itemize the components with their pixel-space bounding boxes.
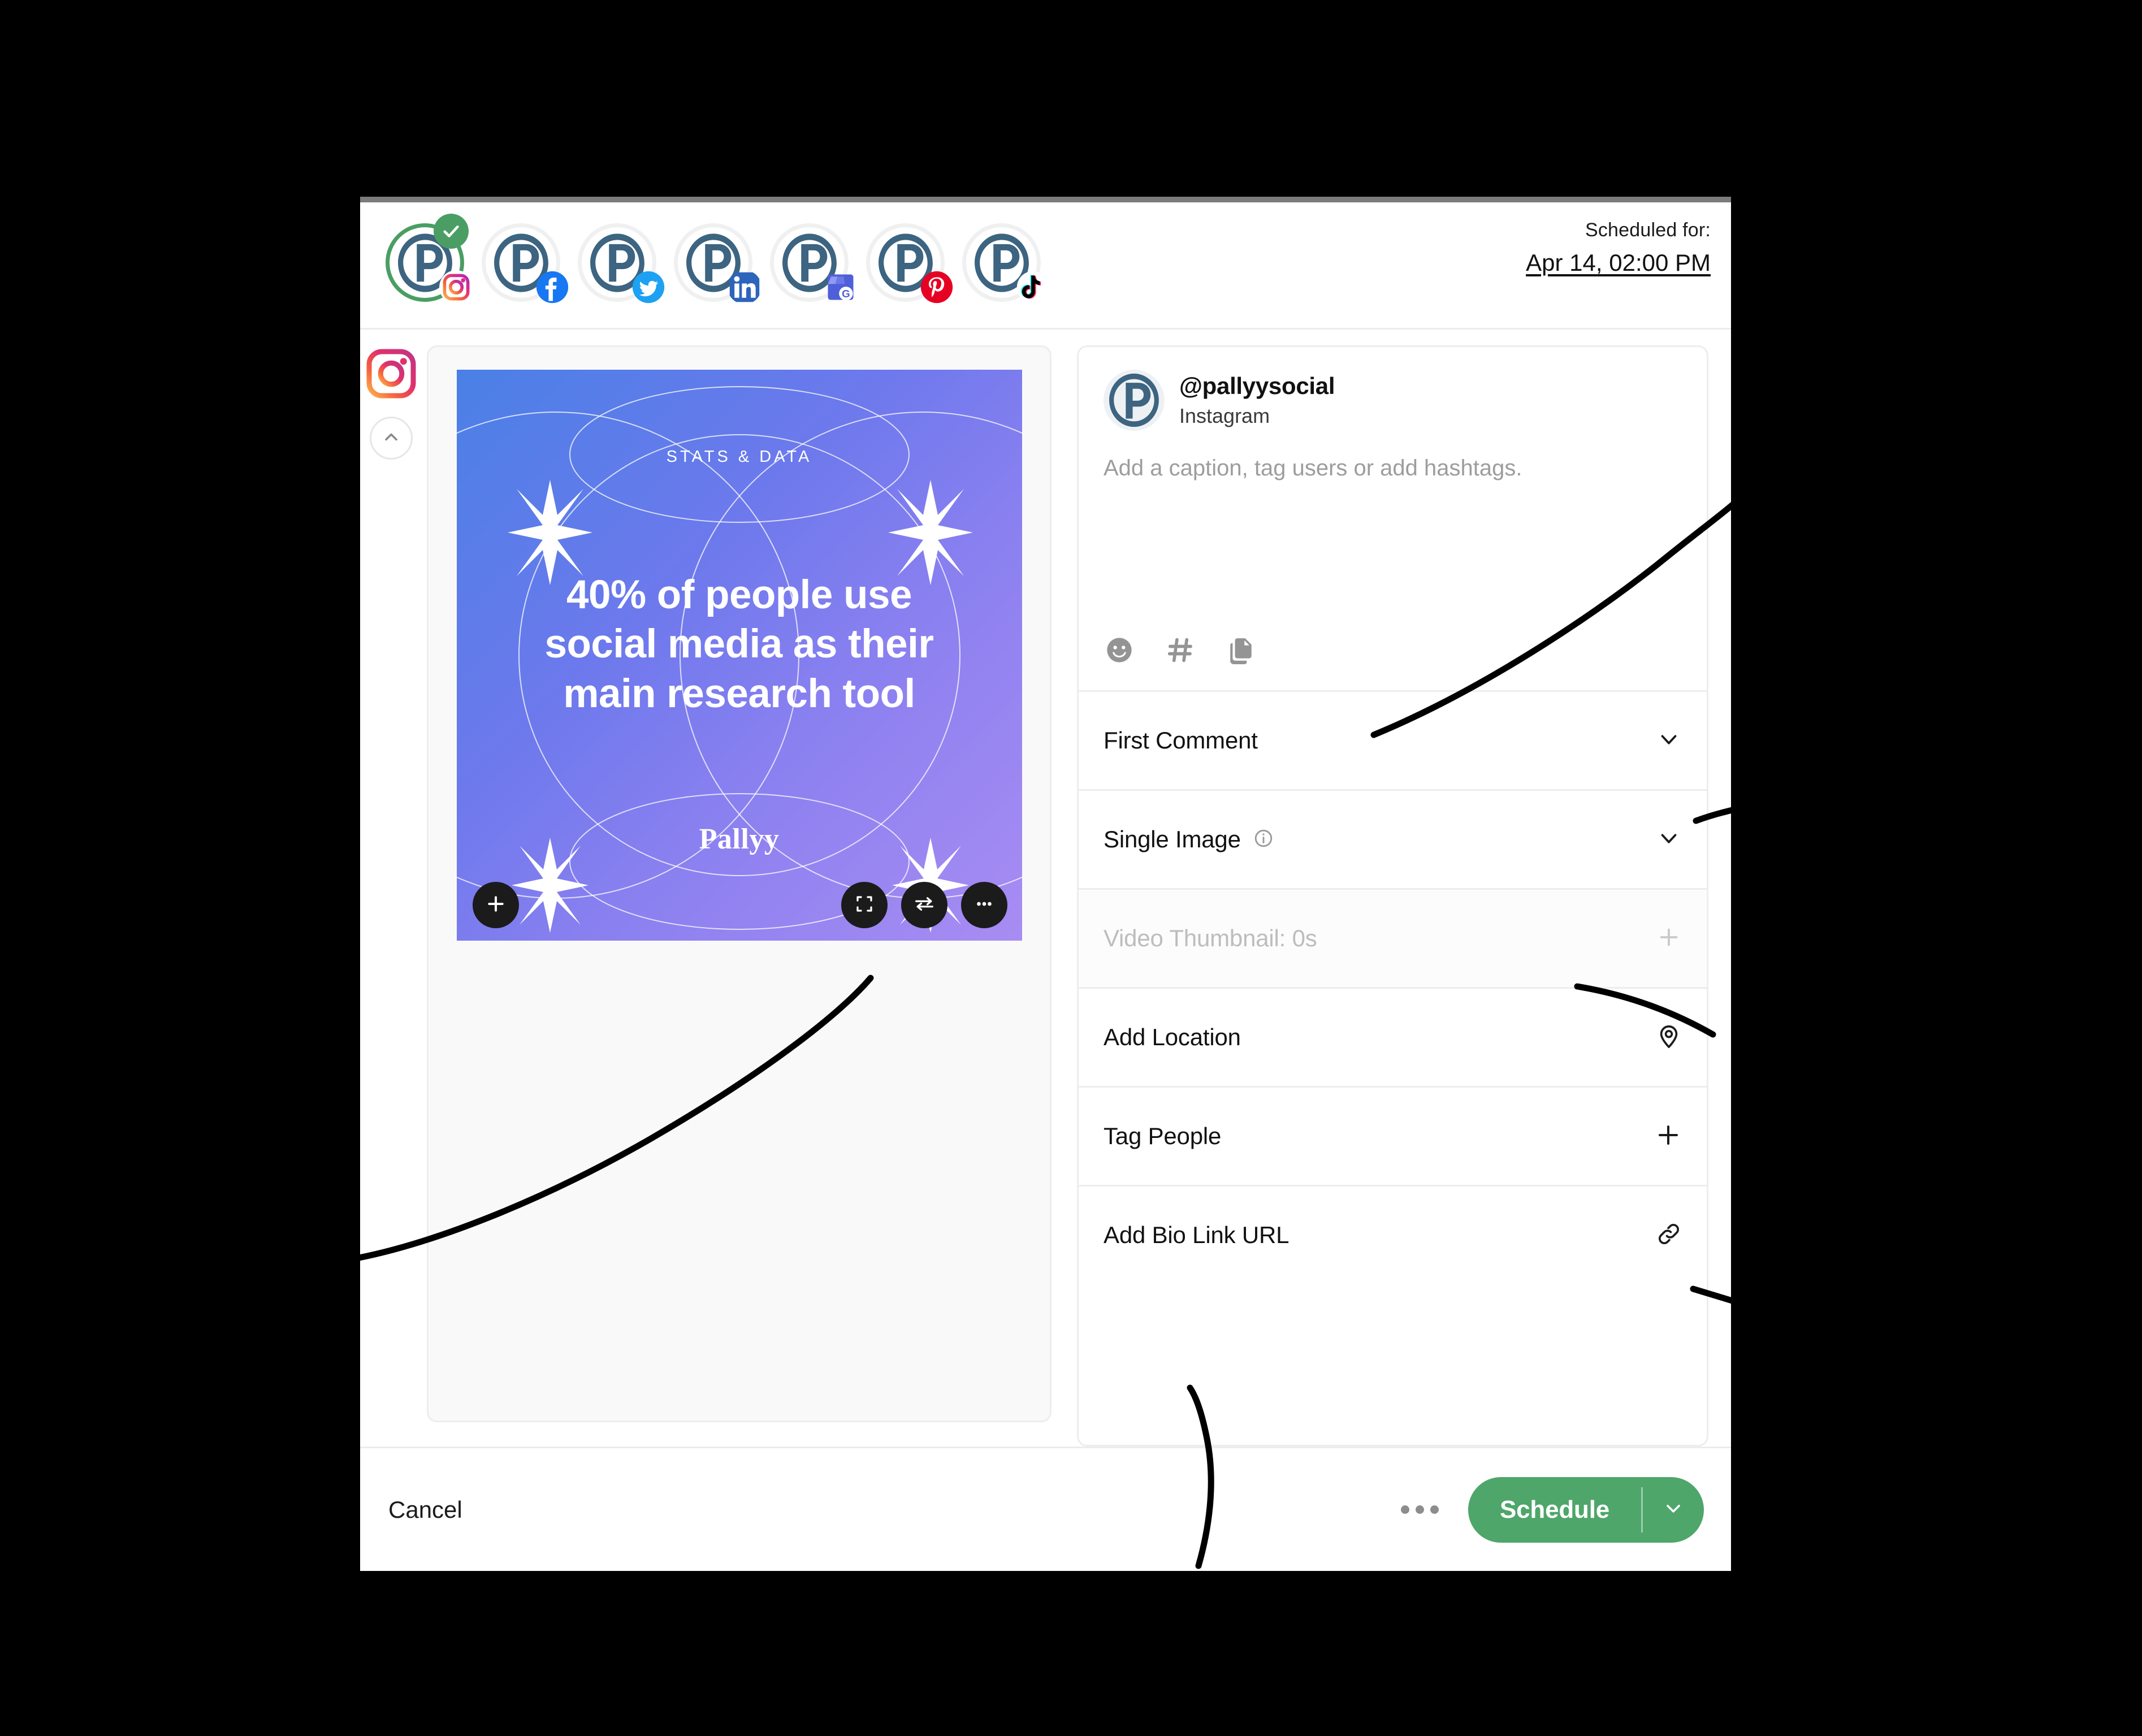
linkedin-icon xyxy=(728,270,761,304)
instagram-icon xyxy=(439,270,473,304)
tiktok-icon xyxy=(1016,270,1050,304)
post-brand-wordmark: Pallyy xyxy=(699,823,780,855)
single-image-left: Single Image xyxy=(1104,826,1274,853)
account-chip-twitter[interactable] xyxy=(574,217,670,308)
single-image-label: Single Image xyxy=(1104,826,1241,852)
more-horizontal-icon xyxy=(1415,1505,1424,1514)
add-bio-link-left: Add Bio Link URL xyxy=(1104,1222,1289,1249)
hashtag-button[interactable] xyxy=(1166,635,1195,668)
copy-icon xyxy=(1227,636,1255,667)
video-thumbnail-right xyxy=(1656,924,1682,953)
selected-check-icon xyxy=(434,214,469,249)
first-comment-label: First Comment xyxy=(1104,727,1258,754)
first-comment-row[interactable]: First Comment xyxy=(1079,690,1707,789)
more-options-button[interactable] xyxy=(1396,1495,1443,1524)
image-more-options-button[interactable] xyxy=(960,882,1007,928)
smiley-icon xyxy=(1105,635,1134,668)
schedule-button[interactable]: Schedule xyxy=(1468,1477,1641,1543)
post-headline: 40% of people use social media as their … xyxy=(544,573,934,716)
add-location-row[interactable]: Add Location xyxy=(1079,987,1707,1086)
more-horizontal-icon xyxy=(1400,1505,1409,1514)
add-bio-link-row[interactable]: Add Bio Link URL xyxy=(1079,1185,1707,1284)
crop-icon xyxy=(854,894,875,917)
add-media-button[interactable] xyxy=(472,882,519,928)
screen: G Scheduled for: Apr 14, 02:00 PM STATS … xyxy=(0,0,2142,1736)
composer-account-row: @pallyysocial Instagram xyxy=(1104,370,1682,431)
tag-people-label: Tag People xyxy=(1104,1123,1222,1149)
account-chip-google-business[interactable]: G xyxy=(766,217,862,308)
facebook-icon xyxy=(535,270,569,304)
google-business-icon: G xyxy=(824,270,858,304)
video-thumbnail-left: Video Thumbnail: 0s xyxy=(1104,925,1317,952)
replace-image-button[interactable] xyxy=(901,882,947,928)
tag-people-row[interactable]: Tag People xyxy=(1079,1086,1707,1185)
network-rail xyxy=(360,330,422,1447)
twitter-icon xyxy=(631,270,665,304)
composer-panel: @pallyysocial Instagram Add a caption, t… xyxy=(1077,345,1708,1447)
modal-footer: Cancel Schedule xyxy=(360,1447,1731,1571)
footer-actions: Schedule xyxy=(1396,1477,1704,1543)
hashtag-icon xyxy=(1166,635,1195,668)
pinterest-icon xyxy=(920,270,954,304)
account-chip-pinterest[interactable] xyxy=(862,217,958,308)
post-preview-column: STATS & DATA 40% of people use social me… xyxy=(422,330,1072,1447)
add-location-left: Add Location xyxy=(1104,1024,1241,1051)
plus-icon xyxy=(1655,1122,1682,1151)
modal-body: STATS & DATA 40% of people use social me… xyxy=(360,330,1731,1447)
more-horizontal-icon xyxy=(1430,1505,1439,1514)
scheduled-datetime-button[interactable]: Apr 14, 02:00 PM xyxy=(1526,249,1711,276)
account-selector-strip: G xyxy=(382,214,1054,308)
chevron-down-icon xyxy=(1656,825,1682,854)
first-comment-right xyxy=(1656,726,1682,755)
post-image[interactable]: STATS & DATA 40% of people use social me… xyxy=(456,370,1022,941)
cancel-button[interactable]: Cancel xyxy=(388,1496,462,1523)
video-thumbnail-label: Video Thumbnail: 0s xyxy=(1104,925,1317,951)
schedule-split-button: Schedule xyxy=(1468,1477,1704,1543)
chevron-down-icon xyxy=(1656,726,1682,755)
account-chip-facebook[interactable] xyxy=(478,217,574,308)
add-location-label: Add Location xyxy=(1104,1024,1241,1050)
plus-icon xyxy=(484,893,507,918)
instagram-icon[interactable] xyxy=(364,347,418,401)
composer-account-text: @pallyysocial Instagram xyxy=(1179,373,1335,428)
emoji-picker-button[interactable] xyxy=(1105,635,1134,668)
add-bio-link-right xyxy=(1656,1221,1682,1250)
scheduled-for-label: Scheduled for: xyxy=(1585,219,1711,241)
post-preview-card: STATS & DATA 40% of people use social me… xyxy=(427,345,1051,1422)
map-pin-icon xyxy=(1656,1023,1682,1052)
link-icon xyxy=(1656,1221,1682,1250)
first-comment-left: First Comment xyxy=(1104,727,1258,754)
tag-people-left: Tag People xyxy=(1104,1123,1221,1150)
account-handle: @pallyysocial xyxy=(1179,373,1335,399)
more-horizontal-icon xyxy=(973,893,995,917)
post-kicker: STATS & DATA xyxy=(666,448,812,466)
chevron-down-icon xyxy=(1662,1497,1685,1522)
schedule-post-modal: G Scheduled for: Apr 14, 02:00 PM STATS … xyxy=(360,197,1731,1571)
chevron-up-icon xyxy=(381,427,401,450)
account-chip-tiktok[interactable] xyxy=(958,217,1054,308)
avatar xyxy=(1104,370,1165,431)
collapse-panel-button[interactable] xyxy=(370,417,413,460)
modal-header: G Scheduled for: Apr 14, 02:00 PM xyxy=(360,202,1731,330)
account-chip-instagram[interactable] xyxy=(382,214,478,308)
svg-text:G: G xyxy=(842,288,850,300)
single-image-right xyxy=(1656,825,1682,854)
video-thumbnail-row: Video Thumbnail: 0s xyxy=(1079,888,1707,987)
add-location-right xyxy=(1656,1023,1682,1052)
info-icon[interactable] xyxy=(1253,828,1274,851)
caption-input[interactable]: Add a caption, tag users or add hashtags… xyxy=(1104,456,1682,625)
plus-icon xyxy=(1656,924,1682,953)
add-bio-link-label: Add Bio Link URL xyxy=(1104,1222,1289,1248)
single-image-row[interactable]: Single Image xyxy=(1079,789,1707,888)
account-chip-linkedin[interactable] xyxy=(670,217,766,308)
crop-image-button[interactable] xyxy=(841,882,888,928)
composer-top: @pallyysocial Instagram Add a caption, t… xyxy=(1079,347,1707,690)
caption-toolbar xyxy=(1104,625,1682,690)
tag-people-right xyxy=(1655,1122,1682,1151)
swap-arrows-icon xyxy=(914,893,935,917)
saved-captions-button[interactable] xyxy=(1227,636,1255,667)
schedule-options-button[interactable] xyxy=(1643,1477,1704,1543)
account-network: Instagram xyxy=(1179,404,1270,427)
scheduled-for-block: Scheduled for: Apr 14, 02:00 PM xyxy=(1526,219,1711,276)
